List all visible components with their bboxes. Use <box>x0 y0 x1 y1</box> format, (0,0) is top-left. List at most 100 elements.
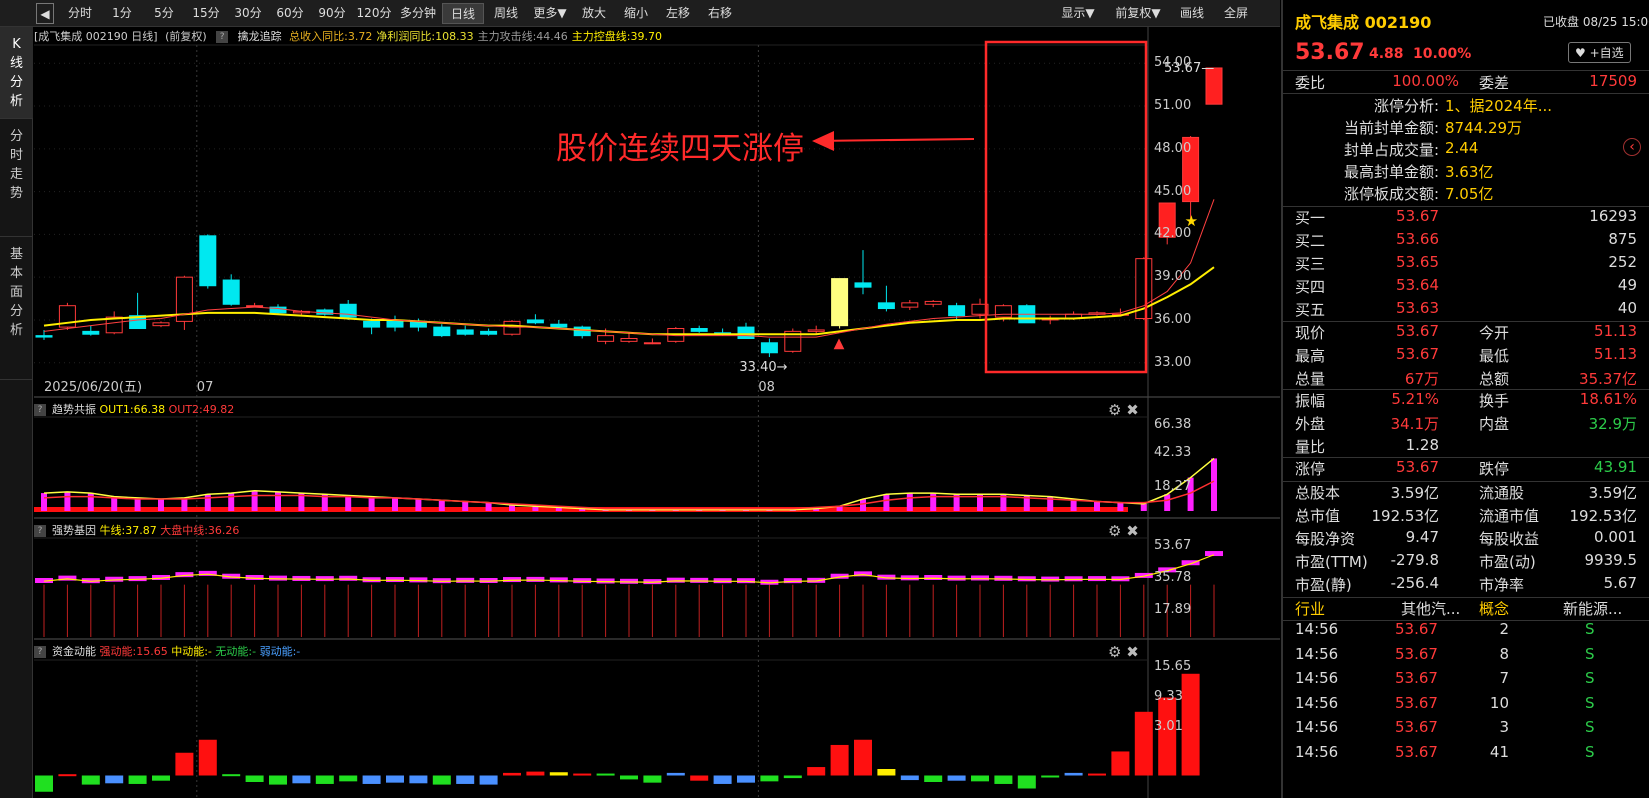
osc-bar <box>181 497 188 511</box>
energy-bar <box>409 775 428 784</box>
osc-bar <box>1164 494 1171 511</box>
bid-price: 53.63 <box>1396 299 1439 317</box>
quote-label: 流通市值 <box>1479 507 1540 525</box>
candle <box>760 342 778 354</box>
price-tick: 42.00 <box>1154 226 1192 242</box>
toolbar-btn-8[interactable]: 多分钟 <box>396 3 440 24</box>
energy-bar <box>526 771 545 776</box>
toolbar-btn-5[interactable]: 60分 <box>270 3 310 24</box>
close-icon[interactable]: ✖ <box>1126 522 1139 540</box>
close-icon[interactable]: ✖ <box>1126 643 1139 661</box>
toolbar-btn-2[interactable]: 5分 <box>144 3 184 24</box>
gene-bar <box>690 577 709 583</box>
toolbar-btn-12[interactable]: 放大 <box>574 3 614 24</box>
gear-icon[interactable]: ⚙ <box>1108 643 1121 661</box>
toolbar-btn-0[interactable]: 分时 <box>60 3 100 24</box>
app-window: ◀ 分时 1分 5分 15分 30分 60分 90分 120分 多分钟 日线 周线 更多▼ 放大 缩小 左移右… <box>0 0 1649 798</box>
toolbar-btn-3[interactable]: 15分 <box>186 3 226 24</box>
collapse-icon[interactable]: ‹ <box>1623 138 1641 156</box>
candle <box>480 330 498 335</box>
panel3-tools: ⚙ ✖ <box>1108 522 1139 540</box>
bid-label: 买一 <box>1295 209 1326 227</box>
gene-bar <box>503 577 521 583</box>
quote-value: 53.67 <box>1396 322 1439 340</box>
bid-label: 买三 <box>1295 255 1326 273</box>
quote-value: 1.28 <box>1405 436 1439 454</box>
tick-time: 14:56 <box>1295 693 1339 712</box>
close-icon[interactable]: ✖ <box>1126 401 1139 419</box>
help-icon[interactable]: ? <box>34 646 46 658</box>
quote-label: 最高 <box>1295 347 1326 365</box>
candle <box>363 320 381 328</box>
toolbar-btn-11[interactable]: 更多▼ <box>528 3 572 24</box>
energy-bar <box>690 775 709 781</box>
toolbar-right-btn-0[interactable]: 显示▼ <box>1052 3 1104 24</box>
left-tab-0[interactable]: K线分析 <box>0 27 33 119</box>
toolbar-btn-6[interactable]: 90分 <box>312 3 352 24</box>
candle <box>877 302 895 310</box>
energy-bar <box>1134 711 1153 776</box>
gear-icon[interactable]: ⚙ <box>1108 401 1121 419</box>
osc-bar <box>1094 501 1100 511</box>
header-indicator-value: 主力控盘线:39.70 <box>571 30 662 43</box>
tick-volume: 3 <box>1499 718 1509 736</box>
concept-value: 新能源... <box>1563 600 1623 618</box>
quote-value: 51.13 <box>1594 345 1637 363</box>
energy-bar <box>198 739 217 776</box>
price-tick: 48.00 <box>1154 140 1192 156</box>
toolbar-right-btn-1[interactable]: 前复权▼ <box>1108 3 1168 24</box>
toolbar-btn-13[interactable]: 缩小 <box>616 3 656 24</box>
help-icon[interactable]: ? <box>216 31 229 43</box>
quote-label: 总量 <box>1295 370 1326 388</box>
header-indicator-value: 总收入同比:3.72 <box>289 30 373 43</box>
toolbar-btn-14[interactable]: 左移 <box>658 3 698 24</box>
toolbar-btn-4[interactable]: 30分 <box>228 3 268 24</box>
quote-value: -279.8 <box>1390 551 1439 569</box>
tick-side: S <box>1585 644 1595 663</box>
toolbar-right-btn-2[interactable]: 画线 <box>1172 3 1212 24</box>
quote-value: 9.47 <box>1405 528 1439 546</box>
back-icon[interactable]: ◀ <box>36 3 54 24</box>
left-tab-2[interactable]: 基本面分析 <box>0 237 33 380</box>
quote-label: 每股收益 <box>1479 530 1540 548</box>
candle <box>550 323 568 328</box>
gene-bar <box>339 575 358 581</box>
quote-label: 每股净资 <box>1295 530 1356 548</box>
toolbar-btn-10[interactable]: 周线 <box>486 3 526 24</box>
left-tab-1[interactable]: 分时走势 <box>0 119 33 237</box>
toolbar-right-btn-3[interactable]: 全屏 <box>1216 3 1256 24</box>
energy-bar <box>479 775 498 785</box>
help-icon[interactable]: ? <box>34 404 46 416</box>
annotation-text: 股价连续四天涨停 <box>556 131 804 167</box>
energy-bar <box>666 772 685 776</box>
energy-bar <box>58 774 77 777</box>
candle <box>994 305 1012 318</box>
osc-bar <box>111 496 118 511</box>
toolbar-btn-7[interactable]: 120分 <box>354 3 394 24</box>
energy-bar <box>737 775 755 783</box>
toolbar-btn-15[interactable]: 右移 <box>700 3 740 24</box>
candle <box>737 326 755 339</box>
osc-bar <box>1117 502 1124 511</box>
quote-label: 今开 <box>1479 324 1510 342</box>
panel2-tools: ⚙ ✖ <box>1108 401 1139 419</box>
bid-price: 53.66 <box>1396 230 1439 248</box>
gear-icon[interactable]: ⚙ <box>1108 522 1121 540</box>
tick-time: 14:56 <box>1295 669 1339 687</box>
header-indicator-value: 主力攻击线:44.46 <box>477 30 568 43</box>
divider <box>1283 70 1649 71</box>
toolbar-btn-9[interactable]: 日线 <box>442 3 484 24</box>
add-favorite-button[interactable]: ♥ +自选 <box>1568 42 1631 63</box>
toolbar-btn-1[interactable]: 1分 <box>102 3 142 24</box>
candle <box>222 279 240 305</box>
bid-volume: 40 <box>1617 299 1637 317</box>
help-icon[interactable]: ? <box>34 525 46 537</box>
gene-bar <box>386 577 404 583</box>
osc-bar <box>64 491 71 511</box>
energy-bar <box>877 769 896 776</box>
chart-area[interactable]: ★ ▲ 33.40→ 53.67— 2025/06/20(五) 07 08 [成飞集成 00… <box>34 27 1280 798</box>
divider <box>1283 93 1649 94</box>
limit-analysis-value: 3.63亿 <box>1445 163 1494 181</box>
osc-bar <box>906 493 913 511</box>
panel3-title: ? 强势基因 牛线:37.87 大盘中线:36.26 <box>34 522 239 539</box>
